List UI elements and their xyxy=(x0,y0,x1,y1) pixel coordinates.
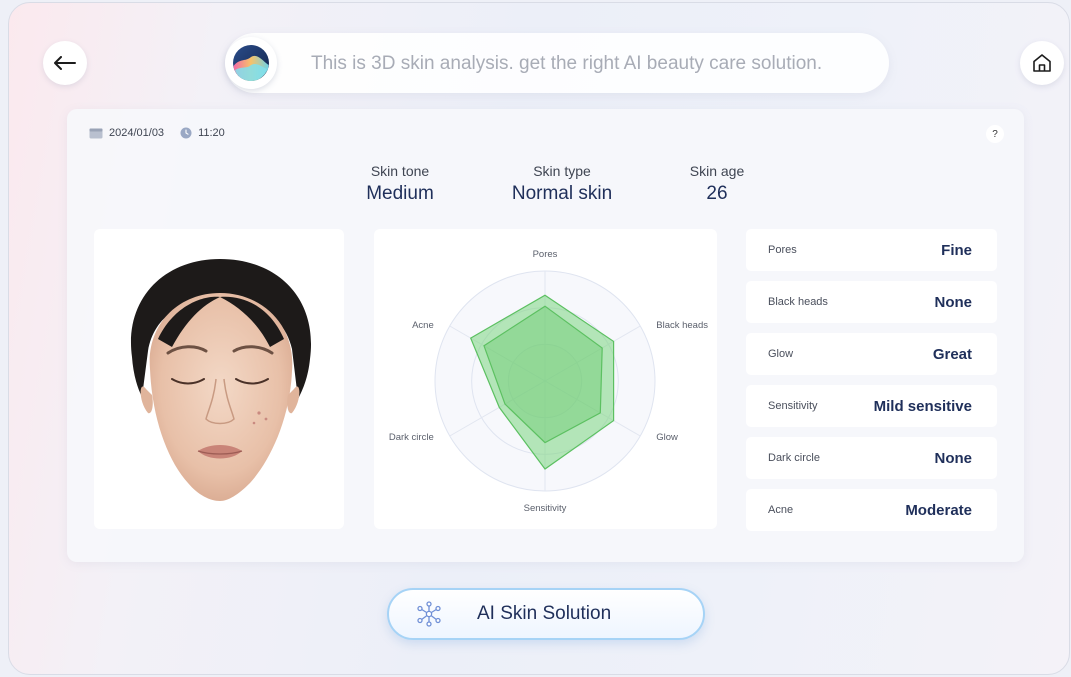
assistant-avatar[interactable] xyxy=(225,37,277,89)
arrow-left-icon xyxy=(54,56,76,70)
radar-axis-label: Dark circle xyxy=(389,432,434,443)
home-button[interactable] xyxy=(1020,41,1064,85)
skin-tone-summary: Skin tone Medium xyxy=(354,163,446,205)
face-scan-card xyxy=(94,229,344,529)
metric-value: Great xyxy=(932,345,972,363)
metric-glow[interactable]: Glow Great xyxy=(746,333,997,375)
skin-tone-value: Medium xyxy=(366,183,434,204)
metric-label: Glow xyxy=(768,348,794,360)
analysis-report-panel: 2024/01/03 11:20 ? Skin tone Medium Skin… xyxy=(67,109,1024,562)
skin-radar-chart: Pores Black heads Glow Sensitivity Dark circ… xyxy=(374,229,717,529)
radar-axis-label: Black heads xyxy=(656,320,708,331)
skin-age-value: 26 xyxy=(706,183,728,204)
assistant-logo-icon xyxy=(233,45,269,81)
metric-acne[interactable]: Acne Moderate xyxy=(746,489,997,531)
report-date: 2024/01/03 xyxy=(109,127,165,139)
metric-dark-circle[interactable]: Dark circle None xyxy=(746,437,997,479)
skin-age-summary: Skin age 26 xyxy=(671,163,763,205)
report-time: 11:20 xyxy=(198,127,225,139)
metric-value: None xyxy=(934,449,973,467)
metric-value: Fine xyxy=(941,241,972,259)
radar-axis-label: Acne xyxy=(412,320,434,331)
face-scan-image xyxy=(130,259,312,501)
metric-value: None xyxy=(934,293,973,311)
home-icon xyxy=(1033,54,1051,72)
metric-label: Acne xyxy=(768,504,794,516)
back-button[interactable] xyxy=(43,41,87,85)
help-icon[interactable]: ? xyxy=(986,125,1004,143)
metric-label: Pores xyxy=(768,244,797,256)
radar-chart-svg: Pores Black heads Glow Sensitivity Dark circ… xyxy=(389,249,708,514)
metric-label: Black heads xyxy=(768,296,828,308)
metric-value: Moderate xyxy=(905,501,972,519)
ai-skin-solution-label: AI Skin Solution xyxy=(477,603,612,624)
assistant-message-bar: This is 3D skin analysis. get the right … xyxy=(225,33,889,93)
skin-type-label: Skin type xyxy=(533,163,591,179)
app-window: This is 3D skin analysis. get the right … xyxy=(8,2,1070,675)
report-timestamp: 2024/01/03 11:20 xyxy=(89,127,225,139)
radar-axis-label: Glow xyxy=(656,432,678,443)
assistant-message: This is 3D skin analysis. get the right … xyxy=(311,53,823,74)
metric-label: Sensitivity xyxy=(768,400,818,412)
metric-value: Mild sensitive xyxy=(873,397,972,415)
skin-type-summary: Skin type Normal skin xyxy=(494,163,630,205)
metric-black-heads[interactable]: Black heads None xyxy=(746,281,997,323)
molecule-icon xyxy=(415,600,443,628)
skin-age-label: Skin age xyxy=(689,163,745,179)
metric-pores[interactable]: Pores Fine xyxy=(746,229,997,271)
skin-metrics-list: Pores Fine Black heads None Glow Great S… xyxy=(746,229,997,541)
ai-skin-solution-button[interactable]: AI Skin Solution xyxy=(387,588,705,640)
radar-axis-label: Pores xyxy=(533,249,558,260)
calendar-icon xyxy=(89,127,103,139)
skin-tone-label: Skin tone xyxy=(370,163,430,179)
skin-type-value: Normal skin xyxy=(511,183,613,204)
clock-icon xyxy=(180,127,192,139)
radar-axis-label: Sensitivity xyxy=(524,503,567,514)
metric-sensitivity[interactable]: Sensitivity Mild sensitive xyxy=(746,385,997,427)
metric-label: Dark circle xyxy=(768,452,820,464)
